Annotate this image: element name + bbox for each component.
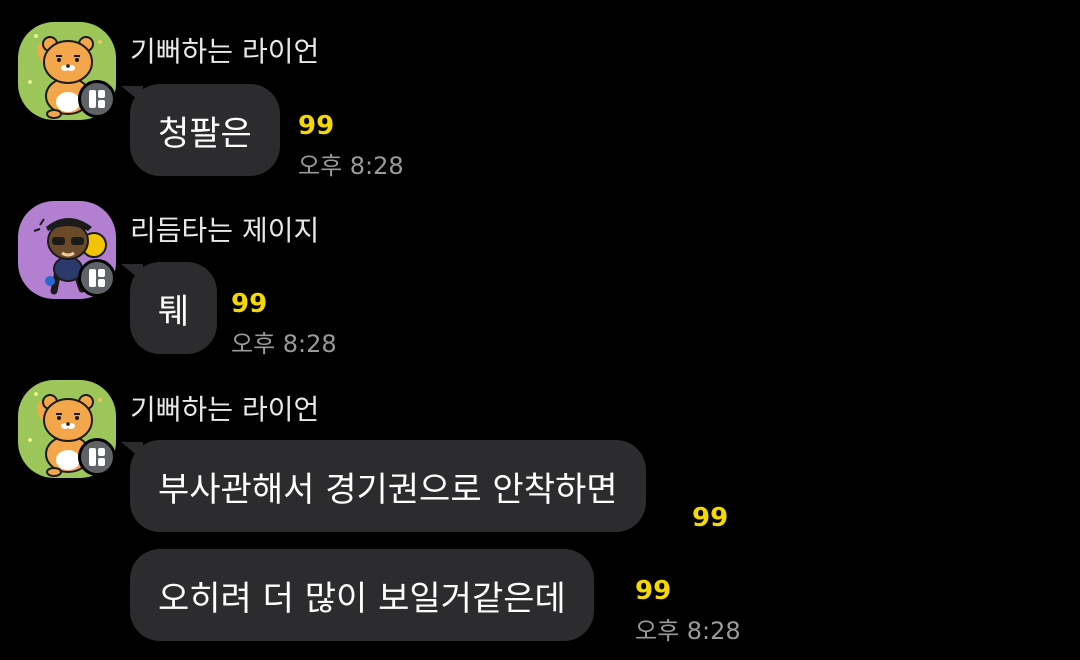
ryan-avatar[interactable]	[18, 22, 116, 120]
talk-drawer-badge-icon	[78, 259, 116, 297]
sender-name[interactable]: 리듬타는 제이지	[130, 209, 319, 249]
talk-drawer-badge-icon	[78, 80, 116, 118]
message-bubble[interactable]: 오히려 더 많이 보일거같은데	[130, 549, 594, 641]
unread-count: 99	[298, 111, 335, 141]
talk-drawer-badge-icon	[78, 438, 116, 476]
sender-name[interactable]: 기뻐하는 라이언	[130, 30, 319, 70]
unread-count: 99	[635, 576, 672, 606]
ryan-avatar[interactable]	[18, 380, 116, 478]
sender-name[interactable]: 기뻐하는 라이언	[130, 388, 319, 428]
message-time: 오후 8:28	[231, 330, 337, 358]
chat-room: 기뻐하는 라이언 청팔은 99 오후 8:28 리듬타는 제이지 퉤 99 오후…	[0, 0, 1080, 660]
unread-count: 99	[231, 289, 268, 319]
message-bubble[interactable]: 부사관해서 경기권으로 안착하면	[130, 440, 646, 532]
unread-count: 99	[692, 503, 729, 533]
message-time: 오후 8:28	[298, 152, 404, 180]
jayg-avatar[interactable]	[18, 201, 116, 299]
message-time: 오후 8:28	[635, 617, 741, 645]
message-bubble[interactable]: 퉤	[130, 262, 218, 354]
message-bubble[interactable]: 청팔은	[130, 84, 280, 176]
